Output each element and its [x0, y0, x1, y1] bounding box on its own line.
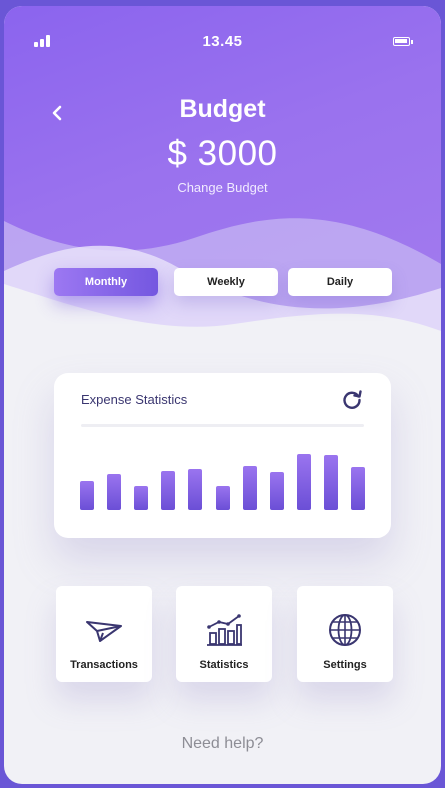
expense-bar: [107, 474, 121, 510]
transactions-label: Transactions: [70, 659, 138, 671]
settings-button[interactable]: Settings: [297, 586, 393, 682]
tab-daily[interactable]: Daily: [288, 268, 392, 296]
expense-statistics-card: Expense Statistics: [54, 373, 391, 538]
expense-bar: [243, 466, 257, 510]
status-time: 13.45: [202, 33, 243, 50]
expense-bar: [161, 471, 175, 510]
bar-chart-icon: [204, 612, 244, 648]
expense-bar: [297, 454, 311, 510]
globe-icon: [325, 612, 365, 648]
expense-bar: [324, 455, 338, 510]
tab-weekly[interactable]: Weekly: [174, 268, 278, 296]
expense-bars: [54, 373, 391, 538]
paper-plane-icon: [84, 612, 124, 648]
settings-label: Settings: [323, 659, 367, 671]
status-bar: 13.45: [4, 32, 441, 52]
change-budget-link[interactable]: Change Budget: [4, 180, 441, 195]
expense-bar: [216, 486, 230, 510]
budget-amount: $ 3000: [167, 134, 278, 173]
transactions-button[interactable]: Transactions: [56, 586, 152, 682]
expense-bar: [80, 481, 94, 510]
tab-monthly[interactable]: Monthly: [54, 268, 158, 296]
expense-bar: [351, 467, 365, 510]
expense-bar: [270, 472, 284, 510]
battery-icon: [393, 37, 413, 46]
expense-bar: [134, 486, 148, 510]
expense-bar: [188, 469, 202, 510]
statistics-button[interactable]: Statistics: [176, 586, 272, 682]
page-title: Budget: [179, 95, 266, 123]
phone-screen: 13.45 Budget $ 3000 Change Budget Monthl…: [4, 6, 441, 784]
statistics-label: Statistics: [199, 659, 249, 671]
need-help-link[interactable]: Need help?: [4, 735, 441, 753]
